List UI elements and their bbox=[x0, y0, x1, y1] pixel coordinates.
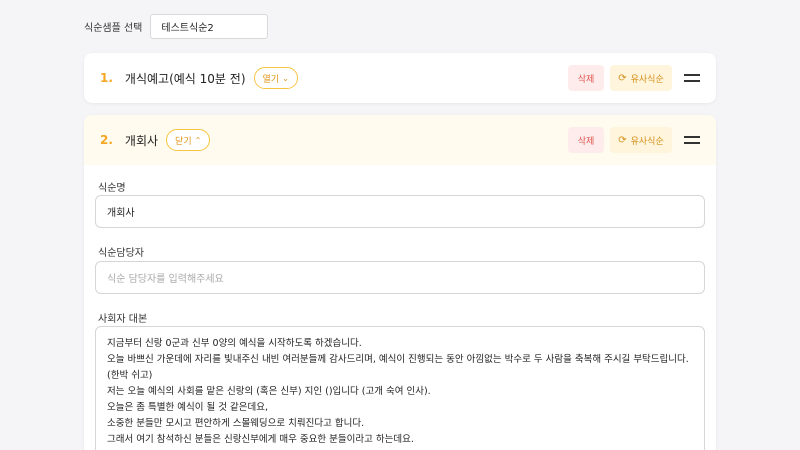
chevron-up-icon: ⌃ bbox=[194, 135, 202, 145]
script-label: 사회자 대본 bbox=[98, 314, 148, 325]
agenda-item-2: 2. 개회사 닫기 ⌃ 삭제 ⟳ 유사식순 식순명 개회사 식순담당자 식순 담… bbox=[84, 115, 716, 450]
collapse-button[interactable]: 닫기 ⌃ bbox=[166, 129, 211, 151]
sample-select[interactable]: 테스트식순2 bbox=[150, 14, 269, 39]
expand-button[interactable]: 열기 ⌄ bbox=[253, 67, 298, 89]
delete-button[interactable]: 삭제 bbox=[568, 65, 604, 91]
script-line: 저는 오늘 예식의 사회를 맡은 신랑의 (혹은 신부) 지인 ()입니다 (고… bbox=[107, 386, 431, 397]
similar-agenda-label: 유사식순 bbox=[630, 74, 664, 85]
delete-button[interactable]: 삭제 bbox=[568, 127, 604, 153]
agenda-manager-label: 식순담당자 bbox=[98, 248, 144, 259]
agenda-item-actions: 삭제 ⟳ 유사식순 bbox=[568, 65, 700, 91]
sample-selector-label: 식순샘플 선택 bbox=[84, 23, 143, 34]
agenda-item-title: 개회사 bbox=[124, 133, 159, 148]
agenda-item-number: 2. bbox=[100, 133, 113, 147]
similar-agenda-label: 유사식순 bbox=[630, 136, 664, 147]
chevron-down-icon: ⌄ bbox=[282, 73, 289, 83]
agenda-item-1-header: 1. 개식예고(예식 10분 전) 열기 ⌄ 삭제 ⟳ 유사식순 bbox=[84, 53, 716, 103]
similar-agenda-button[interactable]: ⟳ 유사식순 bbox=[610, 127, 672, 153]
agenda-name-input[interactable]: 개회사 bbox=[95, 195, 705, 228]
agenda-item-2-header: 2. 개회사 닫기 ⌃ 삭제 ⟳ 유사식순 bbox=[84, 115, 716, 165]
agenda-item-1: 1. 개식예고(예식 10분 전) 열기 ⌄ 삭제 ⟳ 유사식순 bbox=[84, 53, 716, 103]
sample-selector: 식순샘플 선택 테스트식순2 bbox=[84, 14, 269, 39]
agenda-item-number: 1. bbox=[100, 71, 113, 85]
agenda-name-label: 식순명 bbox=[98, 183, 126, 194]
refresh-icon: ⟳ bbox=[618, 72, 627, 84]
similar-agenda-button[interactable]: ⟳ 유사식순 bbox=[610, 65, 672, 91]
drag-handle-icon[interactable] bbox=[684, 135, 700, 145]
drag-handle-icon[interactable] bbox=[684, 73, 700, 83]
script-line: 오늘 바쁘신 가운데에 자리를 빛내주신 내빈 여러분들께 감사드리며, 예식이… bbox=[107, 354, 689, 365]
expand-label: 열기 bbox=[262, 74, 280, 85]
script-line: 소중한 분들만 모시고 편안하게 스몰웨딩으로 치뤄진다고 합니다. bbox=[107, 418, 365, 429]
script-line: (한박 쉬고) bbox=[107, 370, 153, 381]
script-line: 지금부터 신랑 0군과 신부 0양의 예식을 시작하도록 하겠습니다. bbox=[107, 338, 362, 349]
agenda-item-title: 개식예고(예식 10분 전) bbox=[124, 71, 246, 86]
agenda-item-actions: 삭제 ⟳ 유사식순 bbox=[568, 127, 700, 153]
script-line: 그래서 여기 참석하신 분들은 신랑신부에게 매우 중요한 분들이라고 하는데요… bbox=[107, 434, 414, 445]
script-line: 오늘은 좀 특별한 예식이 될 것 같은데요, bbox=[107, 402, 268, 413]
agenda-manager-input[interactable]: 식순 담당자를 입력해주세요 bbox=[95, 261, 705, 294]
refresh-icon: ⟳ bbox=[618, 134, 627, 146]
script-textarea[interactable]: 지금부터 신랑 0군과 신부 0양의 예식을 시작하도록 하겠습니다. 오늘 바… bbox=[95, 326, 705, 450]
collapse-label: 닫기 bbox=[175, 136, 192, 147]
